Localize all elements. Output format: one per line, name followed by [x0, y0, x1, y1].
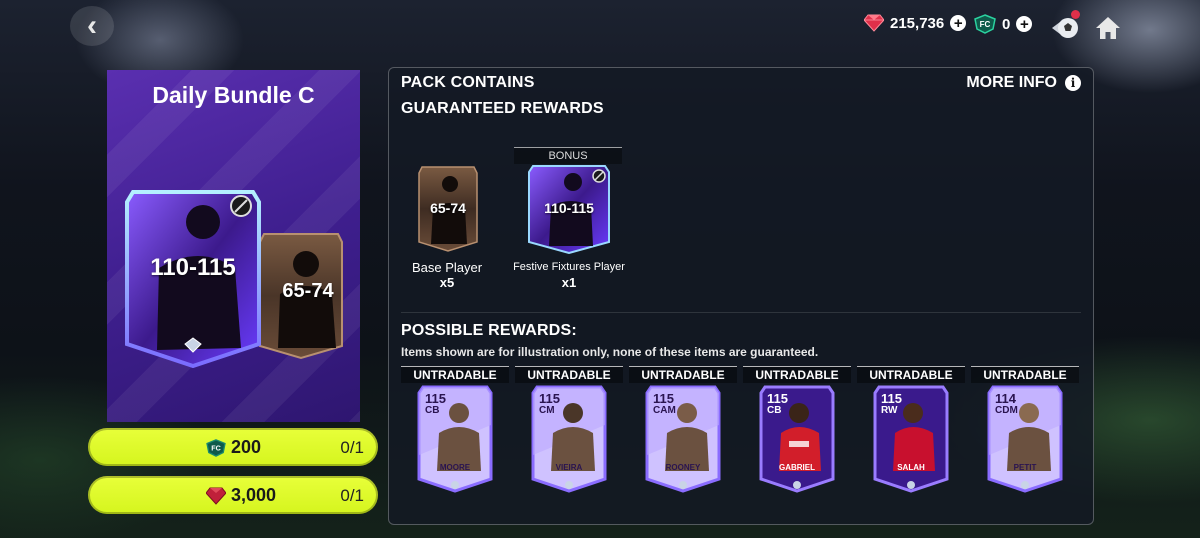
player-card: 115 CM VIEIRA [531, 385, 607, 493]
player-position: CAM [653, 405, 676, 416]
possible-rewards-title: POSSIBLE REWARDS: [401, 322, 577, 339]
base-player-label: Base Player x5 [397, 260, 497, 290]
price-label: FC 200 [206, 437, 261, 458]
buy-with-fc-points-button[interactable]: FC 200 0/1 [88, 428, 378, 466]
home-button[interactable] [1094, 14, 1122, 42]
buy-with-gems-button[interactable]: 3,000 0/1 [88, 476, 378, 514]
reward-rating: 110-115 [544, 200, 594, 216]
ruby-gem-icon [206, 487, 226, 505]
reward-name: Festive Fixtures Player [513, 261, 625, 273]
untradable-tag: UNTRADABLE [743, 366, 851, 383]
section-divider [401, 312, 1081, 313]
possible-reward-card[interactable]: UNTRADABLE 115 CB GABRIEL [743, 366, 851, 493]
home-icon [1096, 17, 1120, 39]
pack-contents-panel: PACK CONTAINS MORE INFO i GUARANTEED REW… [388, 67, 1094, 525]
player-card: 115 CB GABRIEL [759, 385, 835, 493]
back-button[interactable]: ‹ [70, 6, 114, 46]
fc-points-amount: 0 [1002, 15, 1011, 33]
possible-reward-card[interactable]: UNTRADABLE 115 CM VIEIRA [515, 366, 623, 493]
player-rating: 115 [653, 391, 674, 406]
player-rating: 115 [881, 391, 902, 406]
player-name: GABRIEL [779, 463, 815, 472]
festive-fixtures-reward[interactable]: 110-115 [527, 164, 611, 254]
possible-reward-card[interactable]: UNTRADABLE 115 CAM ROONEY [629, 366, 737, 493]
disclaimer-text: Items shown are for illustration only, n… [401, 345, 819, 359]
player-name: MOORE [439, 463, 471, 472]
pack-contains-title: PACK CONTAINS [401, 74, 535, 91]
purchase-limit: 0/1 [340, 438, 364, 457]
add-gems-button[interactable]: + [950, 15, 967, 31]
player-name: SALAH [897, 463, 925, 472]
pack-preview-panel: Daily Bundle C 65-74 110-115 [107, 70, 360, 422]
possible-reward-card[interactable]: UNTRADABLE 115 RW SALAH [857, 366, 965, 493]
player-rating: 115 [425, 391, 446, 406]
add-fc-points-button[interactable]: + [1016, 16, 1033, 32]
gems-balance: 215,736 + [864, 14, 967, 32]
card-rating: 65-74 [282, 280, 334, 302]
player-card: 114 CDM PETIT [987, 385, 1063, 493]
gems-amount: 215,736 [890, 14, 945, 32]
player-rating: 115 [539, 391, 560, 406]
chevron-left-icon: ‹ [87, 9, 97, 42]
price-amount: 200 [231, 437, 262, 457]
player-card: 115 CB MOORE [417, 385, 493, 493]
fc-points-balance: FC 0 + [974, 14, 1033, 34]
fc-points-icon: FC [206, 438, 226, 457]
player-name: ROONEY [665, 463, 701, 472]
player-card: 115 CAM ROONEY [645, 385, 721, 493]
player-position: CB [425, 405, 440, 416]
bonus-tag: BONUS [514, 147, 622, 164]
rewards-button[interactable] [1050, 10, 1080, 42]
player-position: CDM [995, 405, 1018, 416]
player-name: VIEIRA [555, 463, 583, 472]
untradable-tag: UNTRADABLE [971, 366, 1079, 383]
more-info-link[interactable]: MORE INFO [966, 74, 1057, 92]
untradable-tag: UNTRADABLE [401, 366, 509, 383]
notification-dot [1071, 10, 1080, 19]
main-player-card: 110-115 [123, 188, 263, 368]
price-label: 3,000 [206, 485, 276, 506]
fc-points-icon: FC [974, 14, 996, 34]
player-name: PETIT [1013, 463, 1037, 472]
untradable-tag: UNTRADABLE [629, 366, 737, 383]
pack-title: Daily Bundle C [152, 82, 315, 108]
reward-quantity: x1 [561, 275, 577, 290]
untradable-tag: UNTRADABLE [515, 366, 623, 383]
festive-fixtures-label: Festive Fixtures Player x1 [509, 260, 629, 290]
svg-text:FC: FC [211, 443, 221, 452]
player-rating: 114 [995, 391, 1016, 406]
reward-name: Base Player [411, 260, 483, 275]
player-rating: 115 [767, 391, 788, 406]
player-card: 115 RW SALAH [873, 385, 949, 493]
base-player-card: 65-74 [256, 228, 346, 360]
price-amount: 3,000 [231, 485, 277, 505]
player-position: CB [767, 405, 782, 416]
svg-text:FC: FC [980, 20, 991, 29]
player-position: CM [539, 405, 555, 416]
possible-reward-card[interactable]: UNTRADABLE 115 CB MOORE [401, 366, 509, 493]
purchase-limit: 0/1 [340, 486, 364, 505]
untradable-tag: UNTRADABLE [857, 366, 965, 383]
ruby-gem-icon [864, 14, 884, 32]
guaranteed-rewards-title: GUARANTEED REWARDS [401, 100, 604, 117]
card-rating: 110-115 [150, 254, 236, 281]
info-icon[interactable]: i [1065, 75, 1081, 91]
possible-reward-card[interactable]: UNTRADABLE 114 CDM PETIT [971, 366, 1079, 493]
reward-rating: 65-74 [430, 200, 466, 216]
player-position: RW [881, 405, 898, 416]
base-player-reward[interactable]: 65-74 [417, 164, 479, 252]
reward-quantity: x5 [439, 275, 455, 290]
